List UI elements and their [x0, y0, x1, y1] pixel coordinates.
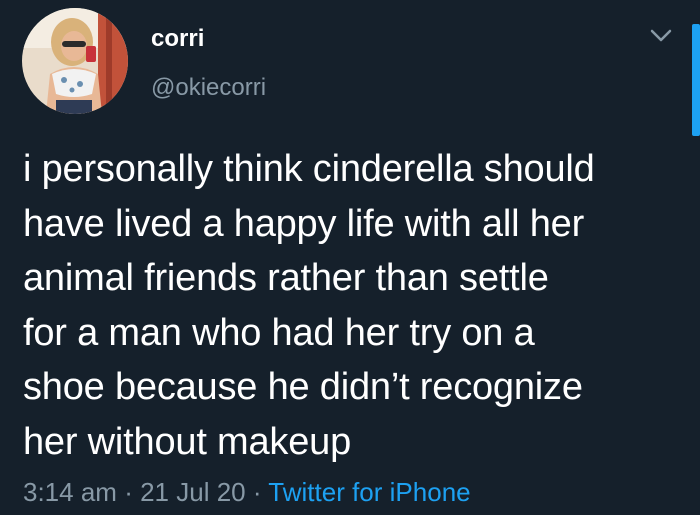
avatar-image	[22, 8, 128, 114]
tweet-text: i personally think cinderella should hav…	[23, 148, 595, 463]
tweet-card: corri @okiecorri i personally think cind…	[0, 0, 700, 515]
chevron-down-icon[interactable]	[648, 26, 674, 46]
tweet-date[interactable]: 21 Jul 20	[140, 477, 246, 507]
meta-separator: ·	[124, 477, 133, 507]
meta-separator: ·	[252, 477, 262, 507]
user-avatar[interactable]	[22, 8, 128, 114]
scrollbar-thumb[interactable]	[692, 24, 700, 136]
display-name[interactable]: corri	[151, 24, 204, 54]
user-handle[interactable]: @okiecorri	[151, 73, 266, 103]
tweet-time[interactable]: 3:14 am	[23, 477, 117, 507]
tweet-metadata: 3:14 am · 21 Jul 20 · Twitter for iPhone	[23, 474, 471, 510]
tweet-source-link[interactable]: Twitter for iPhone	[268, 477, 470, 507]
